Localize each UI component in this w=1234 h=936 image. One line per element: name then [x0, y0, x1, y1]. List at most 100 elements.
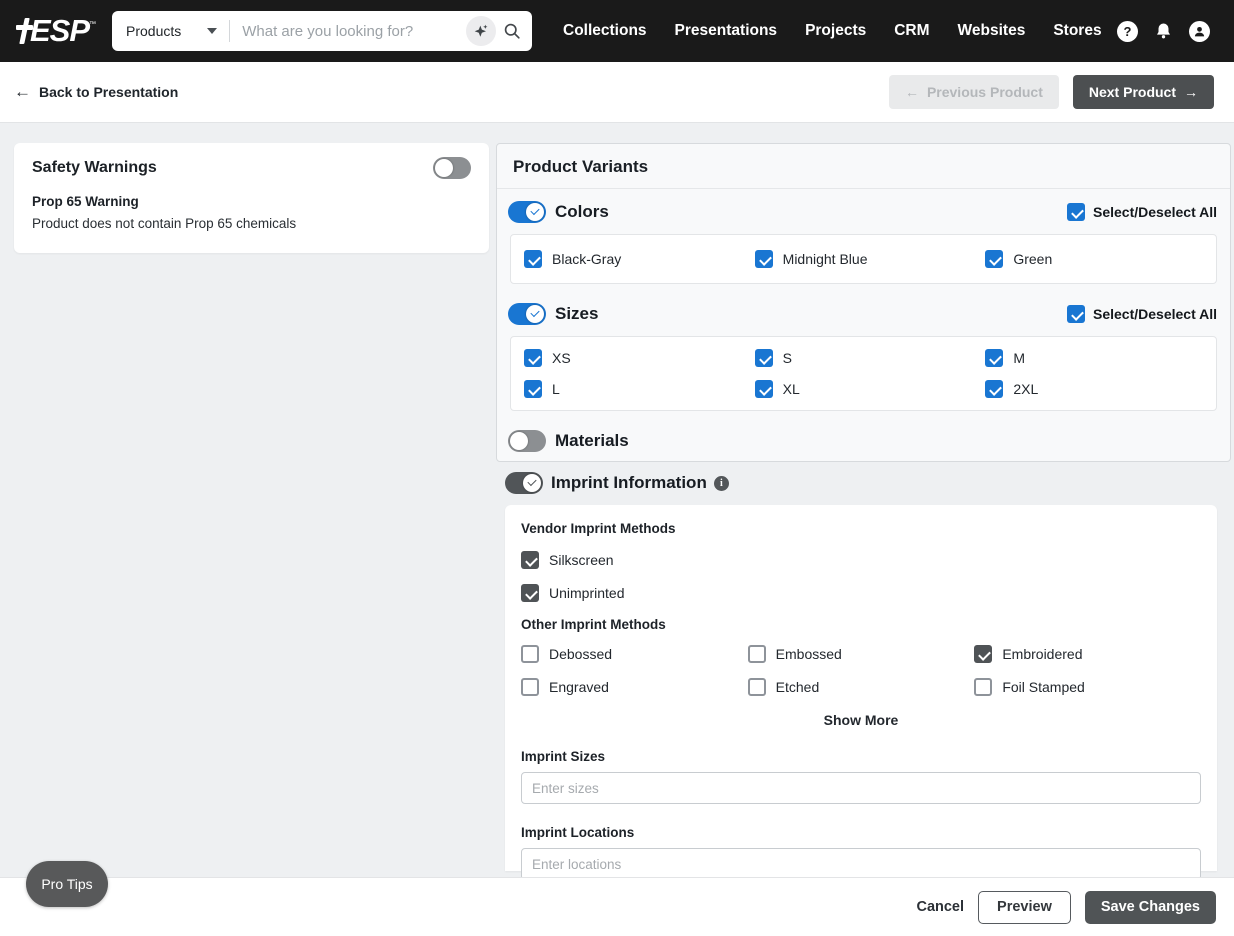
next-product-label: Next Product: [1089, 84, 1176, 100]
safety-warnings-toggle[interactable]: [433, 157, 471, 179]
imprint-information-toggle[interactable]: [505, 472, 543, 494]
checkbox-label: Debossed: [549, 646, 612, 662]
sizes-section-header: Sizes Select/Deselect All: [497, 301, 1230, 327]
colors-section-header: Colors Select/Deselect All: [497, 199, 1230, 225]
ai-sparkle-button[interactable]: [466, 16, 496, 46]
checkbox-icon: [755, 250, 773, 268]
colors-select-all[interactable]: Select/Deselect All: [1067, 203, 1217, 221]
pro-tips-button[interactable]: Pro Tips: [26, 861, 108, 907]
select-all-label: Select/Deselect All: [1093, 306, 1217, 322]
checkbox-icon: [1067, 305, 1085, 323]
profile-avatar-icon[interactable]: [1189, 21, 1210, 42]
search-icon[interactable]: [502, 21, 522, 41]
other-method-engraved[interactable]: Engraved: [521, 678, 748, 696]
imprint-sizes-input[interactable]: [521, 772, 1201, 804]
checkbox-label: 2XL: [1013, 381, 1038, 397]
preview-button[interactable]: Preview: [978, 891, 1071, 924]
toggle-knob-check-icon: [523, 474, 541, 492]
size-option-xs[interactable]: XS: [524, 349, 755, 367]
other-method-etched[interactable]: Etched: [748, 678, 975, 696]
checkbox-icon: [524, 380, 542, 398]
select-all-label: Select/Deselect All: [1093, 204, 1217, 220]
checkbox-label: Etched: [776, 679, 820, 695]
next-product-button[interactable]: Next Product →: [1073, 75, 1214, 109]
prop65-warning-title: Prop 65 Warning: [32, 194, 471, 209]
size-option-m[interactable]: M: [985, 349, 1216, 367]
checkbox-icon: [985, 380, 1003, 398]
checkbox-label: Silkscreen: [549, 552, 614, 568]
imprint-information-card: Vendor Imprint Methods Silkscreen Unimpr…: [505, 505, 1217, 871]
esp-logo-text: ESP: [30, 13, 89, 49]
nav-crm[interactable]: CRM: [894, 22, 929, 40]
arrow-right-icon: →: [1184, 84, 1198, 100]
checkbox-icon: [974, 678, 992, 696]
vendor-method-unimprinted[interactable]: Unimprinted: [521, 584, 1201, 602]
notifications-bell-icon[interactable]: [1154, 21, 1173, 41]
colors-options-box: Black-Gray Midnight Blue Green: [510, 234, 1217, 284]
size-option-l[interactable]: L: [524, 380, 755, 398]
materials-section-header: Materials: [497, 428, 1230, 454]
other-method-foil-stamped[interactable]: Foil Stamped: [974, 678, 1201, 696]
pro-tips-label: Pro Tips: [41, 876, 92, 892]
nav-websites[interactable]: Websites: [958, 22, 1026, 40]
checkbox-icon: [521, 678, 539, 696]
arrow-left-icon: ←: [905, 84, 919, 100]
global-search-bar: Products: [112, 11, 532, 51]
product-pager: ← Previous Product Next Product →: [889, 75, 1214, 109]
imprint-locations-input[interactable]: [521, 848, 1201, 877]
cancel-button[interactable]: Cancel: [916, 899, 964, 915]
toggle-knob-check-icon: [526, 203, 544, 221]
back-to-presentation-link[interactable]: ← Back to Presentation: [14, 82, 178, 102]
sizes-select-all[interactable]: Select/Deselect All: [1067, 305, 1217, 323]
color-option-midnight-blue[interactable]: Midnight Blue: [755, 250, 986, 268]
nav-collections[interactable]: Collections: [563, 22, 647, 40]
nav-stores[interactable]: Stores: [1053, 22, 1101, 40]
save-changes-button[interactable]: Save Changes: [1085, 891, 1216, 924]
info-icon[interactable]: i: [714, 476, 729, 491]
color-option-black-gray[interactable]: Black-Gray: [524, 250, 755, 268]
checkbox-icon: [521, 551, 539, 569]
checkbox-label: Engraved: [549, 679, 609, 695]
size-option-s[interactable]: S: [755, 349, 986, 367]
colors-toggle[interactable]: [508, 201, 546, 223]
prop65-warning-text: Product does not contain Prop 65 chemica…: [32, 216, 471, 231]
checkbox-icon: [521, 584, 539, 602]
search-category-dropdown[interactable]: Products: [126, 23, 217, 39]
other-method-debossed[interactable]: Debossed: [521, 645, 748, 663]
bell-glyph: [1154, 21, 1173, 41]
checkbox-icon: [985, 250, 1003, 268]
size-option-2xl[interactable]: 2XL: [985, 380, 1216, 398]
previous-product-button[interactable]: ← Previous Product: [889, 75, 1059, 109]
sparkle-icon: [473, 23, 489, 39]
materials-toggle[interactable]: [508, 430, 546, 452]
show-more-button[interactable]: Show More: [824, 712, 899, 728]
nav-projects[interactable]: Projects: [805, 22, 866, 40]
toggle-knob-check-icon: [526, 305, 544, 323]
color-option-green[interactable]: Green: [985, 250, 1216, 268]
checkbox-icon: [974, 645, 992, 663]
checkbox-icon: [985, 349, 1003, 367]
nav-presentations[interactable]: Presentations: [675, 22, 778, 40]
search-input[interactable]: [242, 23, 466, 40]
checkbox-label: L: [552, 381, 560, 397]
sizes-toggle[interactable]: [508, 303, 546, 325]
checkbox-icon: [1067, 203, 1085, 221]
esp-logo[interactable]: ESP™: [16, 13, 102, 49]
other-method-embossed[interactable]: Embossed: [748, 645, 975, 663]
other-imprint-methods-grid: Debossed Embossed Embroidered Engraved E…: [521, 645, 1201, 696]
header-icon-group: ?: [1117, 21, 1210, 42]
checkbox-label: XS: [552, 350, 571, 366]
previous-product-label: Previous Product: [927, 84, 1043, 100]
other-imprint-methods-title: Other Imprint Methods: [521, 617, 1201, 632]
sizes-options-box: XS S M L XL: [510, 336, 1217, 411]
search-category-value: Products: [126, 23, 181, 39]
checkbox-icon: [748, 645, 766, 663]
sizes-label: Sizes: [555, 304, 598, 324]
product-variants-title: Product Variants: [497, 144, 1230, 189]
vendor-method-silkscreen[interactable]: Silkscreen: [521, 551, 1201, 569]
person-glyph: [1193, 25, 1206, 38]
checkbox-icon: [524, 250, 542, 268]
help-icon[interactable]: ?: [1117, 21, 1138, 42]
other-method-embroidered[interactable]: Embroidered: [974, 645, 1201, 663]
size-option-xl[interactable]: XL: [755, 380, 986, 398]
